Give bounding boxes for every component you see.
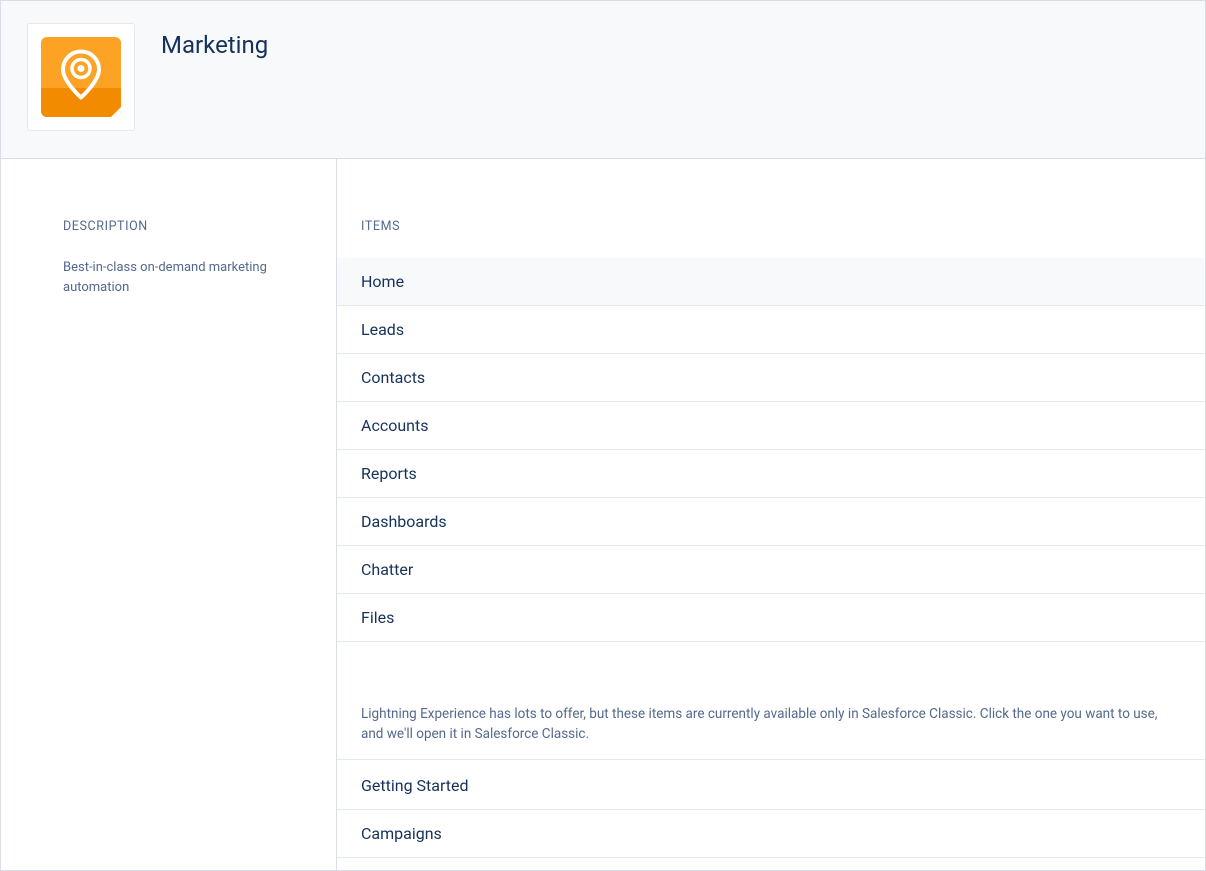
nav-item-label: Files — [361, 608, 394, 627]
nav-item-label: Reports — [361, 464, 417, 483]
classic-only-note: Lightning Experience has lots to offer, … — [337, 704, 1205, 760]
nav-item-label: Getting Started — [361, 776, 469, 795]
nav-item-accounts[interactable]: Accounts — [337, 402, 1205, 450]
items-list: Home Leads Contacts Accounts Reports Das… — [337, 258, 1205, 642]
items-panel: ITEMS Home Leads Contacts Accounts Repor… — [337, 159, 1205, 870]
nav-item-leads[interactable]: Leads — [337, 306, 1205, 354]
nav-item-home[interactable]: Home — [337, 258, 1205, 306]
nav-item-getting-started[interactable]: Getting Started — [337, 762, 1205, 810]
description-text: Best-in-class on-demand marketing automa… — [63, 258, 274, 297]
nav-item-label: Contacts — [361, 368, 425, 387]
nav-item-dashboards[interactable]: Dashboards — [337, 498, 1205, 546]
nav-item-label: Home — [361, 272, 404, 291]
nav-item-contacts[interactable]: Contacts — [337, 354, 1205, 402]
nav-item-chatter[interactable]: Chatter — [337, 546, 1205, 594]
nav-item-label: Leads — [361, 320, 404, 339]
classic-items-list: Getting Started Campaigns — [337, 762, 1205, 858]
nav-item-files[interactable]: Files — [337, 594, 1205, 642]
nav-item-label: Accounts — [361, 416, 428, 435]
app-icon-container — [27, 23, 135, 131]
app-title: Marketing — [161, 23, 268, 59]
nav-item-label: Campaigns — [361, 824, 442, 843]
nav-item-label: Chatter — [361, 560, 413, 579]
description-panel: DESCRIPTION Best-in-class on-demand mark… — [1, 159, 337, 870]
nav-item-label: Dashboards — [361, 512, 447, 531]
nav-item-campaigns[interactable]: Campaigns — [337, 810, 1205, 858]
marketing-pin-icon — [41, 37, 121, 117]
content-area: DESCRIPTION Best-in-class on-demand mark… — [1, 159, 1205, 870]
app-header: Marketing — [1, 1, 1205, 159]
description-heading: DESCRIPTION — [63, 219, 274, 234]
nav-item-reports[interactable]: Reports — [337, 450, 1205, 498]
items-heading: ITEMS — [337, 219, 1205, 234]
